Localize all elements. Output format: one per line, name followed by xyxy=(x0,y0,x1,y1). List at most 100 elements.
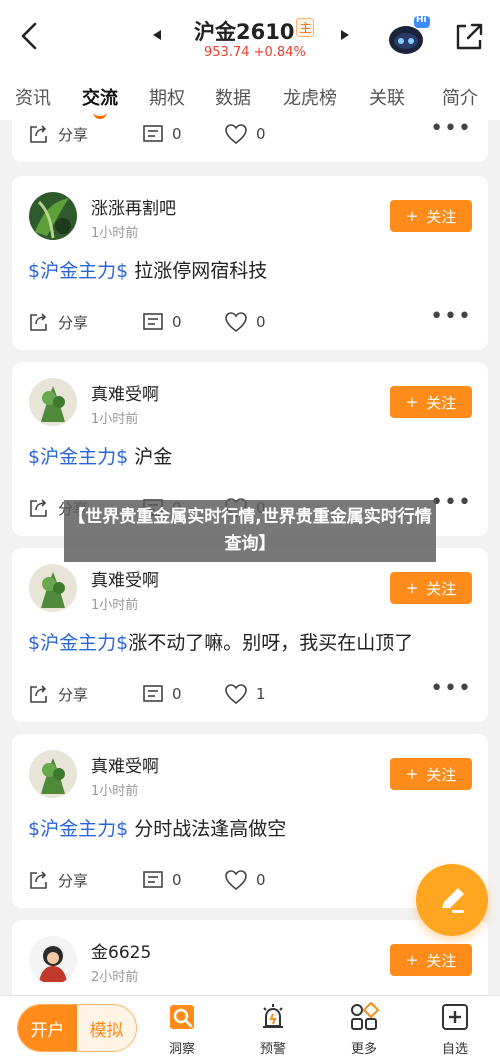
contract-name: 沪金2610 xyxy=(194,20,295,44)
account-toggle: 开户 模拟 xyxy=(17,1004,137,1052)
back-button[interactable] xyxy=(14,18,44,54)
plus-icon: + xyxy=(405,579,419,597)
post-content[interactable]: $沪金主力$ 拉涨停网宿科技 xyxy=(28,256,267,283)
back-arrow-icon xyxy=(21,22,37,50)
contract-tag[interactable]: $沪金主力$ xyxy=(28,818,128,840)
share-action[interactable]: 分享 xyxy=(28,866,88,894)
add-box-icon xyxy=(442,1004,468,1030)
heart-icon xyxy=(225,870,247,891)
post-card[interactable]: 真难受啊 1小时前 +关注 $沪金主力$ 分时战法逢高做空 分享 0 0 ••• xyxy=(12,734,488,908)
contract-tag[interactable]: $沪金主力$ xyxy=(28,632,128,654)
share-page-button[interactable] xyxy=(452,20,486,54)
tab-intro[interactable]: 简介 xyxy=(420,72,500,120)
avatar[interactable] xyxy=(29,192,77,240)
grid-icon xyxy=(351,1001,380,1030)
username[interactable]: 金6625 xyxy=(91,938,151,963)
comment-action[interactable]: 0 xyxy=(142,866,182,894)
share-icon xyxy=(456,23,483,50)
heart-icon xyxy=(225,684,247,705)
top-header: 沪金2610 主 953.74 +0.84% Hi xyxy=(0,0,500,72)
price-change: 953.74 +0.84% xyxy=(204,45,306,60)
ai-assistant-button[interactable]: Hi xyxy=(386,12,430,58)
more-options-icon[interactable]: ••• xyxy=(430,674,472,702)
like-action[interactable]: 0 xyxy=(224,866,266,894)
main-contract-badge: 主 xyxy=(296,18,315,37)
like-action[interactable]: 0 xyxy=(224,120,266,148)
follow-button[interactable]: + 关注 xyxy=(390,386,472,418)
comment-icon xyxy=(143,125,163,142)
post-content[interactable]: $沪金主力$ 分时战法逢高做空 xyxy=(28,814,286,841)
nav-watchlist[interactable]: 自选 xyxy=(425,1000,485,1060)
avatar[interactable] xyxy=(29,378,77,426)
tab-discussion[interactable]: 交流 xyxy=(66,72,134,120)
compose-post-button[interactable] xyxy=(416,864,488,936)
pencil-icon xyxy=(442,888,464,913)
comment-action[interactable]: 0 xyxy=(142,680,182,708)
post-actions: 分享 0 0 ••• xyxy=(28,120,472,148)
avatar[interactable] xyxy=(29,750,77,798)
contract-tag[interactable]: $沪金主力$ xyxy=(28,260,128,282)
follow-button[interactable]: + 关注 xyxy=(390,944,472,976)
more-options-icon[interactable]: ••• xyxy=(430,302,472,330)
post-time: 2小时前 xyxy=(91,970,139,985)
tab-bar: 资讯 交流 期权 数据 龙虎榜 关联 简介 xyxy=(0,72,500,120)
tab-news[interactable]: 资讯 xyxy=(0,72,66,120)
post-time: 1小时前 xyxy=(91,412,139,427)
comment-count: 0 xyxy=(172,125,182,143)
alarm-icon xyxy=(263,1004,283,1028)
overlay-banner: 【世界贵重金属实时行情,世界贵重金属实时行情查询】 xyxy=(64,500,436,562)
post-time: 1小时前 xyxy=(91,226,139,241)
plus-icon: + xyxy=(405,393,419,411)
like-count: 1 xyxy=(256,685,266,703)
comment-count: 0 xyxy=(172,685,182,703)
post-content[interactable]: $沪金主力$涨不动了嘛。别呀，我买在山顶了 xyxy=(28,628,413,655)
more-options-icon[interactable]: ••• xyxy=(430,120,472,142)
share-action[interactable]: 分享 xyxy=(28,308,88,336)
share-action[interactable]: 分享 xyxy=(28,120,88,148)
post-card[interactable]: 涨涨再割吧 1小时前 + 关注 $沪金主力$ 拉涨停网宿科技 分享 0 0 ••• xyxy=(12,176,488,350)
page-title: 沪金2610 主 xyxy=(194,16,315,46)
share-action[interactable]: 分享 xyxy=(28,680,88,708)
avatar[interactable] xyxy=(29,564,77,612)
username[interactable]: 真难受啊 xyxy=(91,380,159,405)
more-options-icon[interactable]: ••• xyxy=(430,488,472,516)
comment-count: 0 xyxy=(172,871,182,889)
username[interactable]: 真难受啊 xyxy=(91,752,159,777)
comment-icon xyxy=(143,871,163,888)
tab-related[interactable]: 关联 xyxy=(354,72,420,120)
like-action[interactable]: 0 xyxy=(224,308,266,336)
post-actions: 分享 0 0 ••• xyxy=(28,862,472,894)
comment-icon xyxy=(143,313,163,330)
like-count: 0 xyxy=(256,125,266,143)
post-card[interactable]: 真难受啊 1小时前 + 关注 $沪金主力$涨不动了嘛。别呀，我买在山顶了 分享 0… xyxy=(12,548,488,722)
share-icon xyxy=(30,499,47,517)
heart-icon xyxy=(225,124,247,145)
tab-data[interactable]: 数据 xyxy=(200,72,266,120)
nav-insight[interactable]: 洞察 xyxy=(152,1000,212,1060)
post-card[interactable]: 金6625 2小时前 + 关注 xyxy=(12,920,488,995)
nav-more[interactable]: 更多 xyxy=(334,1000,394,1060)
username[interactable]: 真难受啊 xyxy=(91,566,159,591)
insight-icon xyxy=(170,1005,194,1029)
like-action[interactable]: 1 xyxy=(224,680,266,708)
comment-action[interactable]: 0 xyxy=(142,308,182,336)
share-icon xyxy=(30,313,47,331)
comment-count: 0 xyxy=(172,313,182,331)
nav-alert[interactable]: 预警 xyxy=(243,1000,303,1060)
contract-tag[interactable]: $沪金主力$ xyxy=(28,446,128,468)
avatar[interactable] xyxy=(29,936,77,984)
tab-dragon-tiger[interactable]: 龙虎榜 xyxy=(266,72,354,120)
simulate-button[interactable]: 模拟 xyxy=(77,1005,136,1051)
comment-action[interactable]: 0 xyxy=(142,120,182,148)
share-icon xyxy=(30,125,47,143)
username[interactable]: 涨涨再割吧 xyxy=(91,194,176,219)
follow-button[interactable]: + 关注 xyxy=(390,572,472,604)
open-account-button[interactable]: 开户 xyxy=(18,1005,77,1051)
next-contract-icon[interactable] xyxy=(338,28,352,42)
tab-options[interactable]: 期权 xyxy=(134,72,200,120)
follow-button[interactable]: + 关注 xyxy=(390,200,472,232)
post-content[interactable]: $沪金主力$ 沪金 xyxy=(28,442,172,469)
prev-contract-icon[interactable] xyxy=(150,28,164,42)
post-actions: 分享 0 1 ••• xyxy=(28,676,472,708)
follow-button[interactable]: + 关注 xyxy=(390,758,472,790)
